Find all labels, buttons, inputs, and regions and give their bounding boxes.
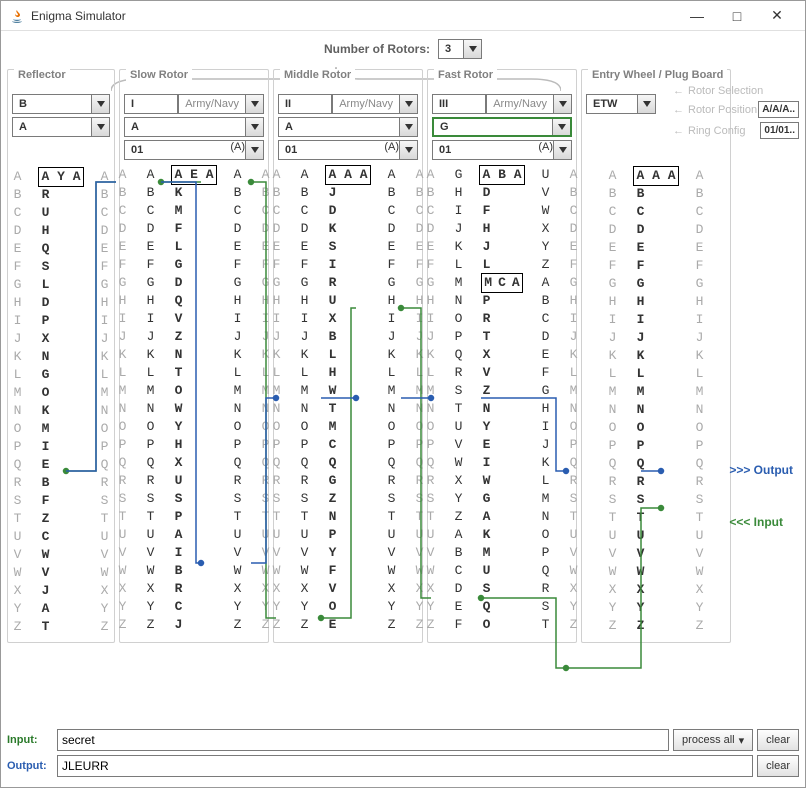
input-legend: <<< Input	[729, 515, 793, 529]
output-label: Output:	[7, 760, 53, 772]
fast-ring-select[interactable]: 01(A)	[432, 140, 572, 160]
app-window: Enigma Simulator — □ ✕ Number of Rotors:…	[0, 0, 806, 788]
chevron-down-icon	[463, 40, 481, 58]
window-title: Enigma Simulator	[31, 9, 677, 23]
slow-pos-select[interactable]: A	[124, 117, 264, 137]
slow-ring-select[interactable]: 01(A)	[124, 140, 264, 160]
slow-header: Slow Rotor	[126, 69, 192, 81]
java-icon	[9, 8, 25, 24]
output-field[interactable]	[57, 755, 753, 777]
reflector-header: Reflector	[14, 69, 70, 81]
maximize-button[interactable]: □	[717, 2, 757, 30]
fast-wiring: ABCDEFGHIJKLMNOPQRSTUVWXYZGHIJKLMNOPQRST…	[432, 166, 572, 634]
rotor-selection-label: Rotor Selection	[688, 85, 763, 97]
titlebar: Enigma Simulator — □ ✕	[1, 1, 805, 31]
fast-type-select[interactable]: Army/Navy	[486, 94, 572, 114]
slow-rotor-select[interactable]: I	[124, 94, 178, 114]
panel-middle-rotor: Middle Rotor II Army/Navy A 01(A) ABCDEF…	[273, 69, 423, 643]
side-info: ←Rotor Selection ←Rotor PositionA/A/A.. …	[673, 85, 799, 139]
panel-slow-rotor: Slow Rotor I Army/Navy A 01(A) ABCDEFGHI…	[119, 69, 269, 643]
clear-output-button[interactable]: clear	[757, 755, 799, 777]
ring-summary[interactable]: 01/01..	[760, 122, 799, 139]
arrow-left-icon: ←	[673, 85, 684, 97]
input-field[interactable]	[57, 729, 669, 751]
output-legend: >>> Output	[729, 463, 793, 477]
io-legend: >>> Output <<< Input	[729, 463, 793, 529]
fast-pos-select[interactable]: G	[432, 117, 572, 137]
ring-config-label: Ring Config	[688, 125, 745, 137]
close-button[interactable]: ✕	[757, 2, 797, 30]
panel-reflector: Reflector B A ABCDEFGHIJKLMNOPQRSTUVWXYZ…	[7, 69, 115, 643]
rotor-position-label: Rotor Position	[688, 104, 757, 116]
slow-wiring: ABCDEFGHIJKLMNOPQRSTUVWXYZABCDEFGHIJKLMN…	[124, 166, 264, 634]
middle-rotor-select[interactable]: II	[278, 94, 332, 114]
reflector-wiring: ABCDEFGHIJKLMNOPQRSTUVWXYZA Y ARUHQSLDPX…	[12, 168, 110, 636]
middle-ring-select[interactable]: 01(A)	[278, 140, 418, 160]
process-all-button[interactable]: process all▾	[673, 729, 753, 751]
bottom-bar: Input: process all▾ clear Output: clear	[7, 729, 799, 781]
entry-wiring: ABCDEFGHIJKLMNOPQRSTUVWXYZA A ABCDEFGHIJ…	[586, 167, 726, 635]
panel-entry: Entry Wheel / Plug Board ETW ABCDEFGHIJK…	[581, 69, 731, 643]
input-label: Input:	[7, 734, 53, 746]
entry-header: Entry Wheel / Plug Board	[588, 69, 727, 81]
position-summary[interactable]: A/A/A..	[758, 101, 799, 118]
num-rotors-select[interactable]: 3	[438, 39, 482, 59]
middle-pos-select[interactable]: A	[278, 117, 418, 137]
panel-fast-rotor: Fast Rotor III Army/Navy G 01(A) ABCDEFG…	[427, 69, 577, 643]
reflector-pos-select[interactable]: A	[12, 117, 110, 137]
middle-wiring: ABCDEFGHIJKLMNOPQRSTUVWXYZABCDEFGHIJKLMN…	[278, 166, 418, 634]
minimize-button[interactable]: —	[677, 2, 717, 30]
middle-header: Middle Rotor	[280, 69, 355, 81]
top-controls: Number of Rotors: 3	[1, 31, 805, 63]
fast-header: Fast Rotor	[434, 69, 497, 81]
entry-select[interactable]: ETW	[586, 94, 656, 114]
fast-rotor-select[interactable]: III	[432, 94, 486, 114]
clear-input-button[interactable]: clear	[757, 729, 799, 751]
main-area: Reflector B A ABCDEFGHIJKLMNOPQRSTUVWXYZ…	[1, 63, 805, 647]
reflector-select[interactable]: B	[12, 94, 110, 114]
slow-type-select[interactable]: Army/Navy	[178, 94, 264, 114]
num-rotors-label: Number of Rotors:	[324, 42, 430, 56]
middle-type-select[interactable]: Army/Navy	[332, 94, 418, 114]
